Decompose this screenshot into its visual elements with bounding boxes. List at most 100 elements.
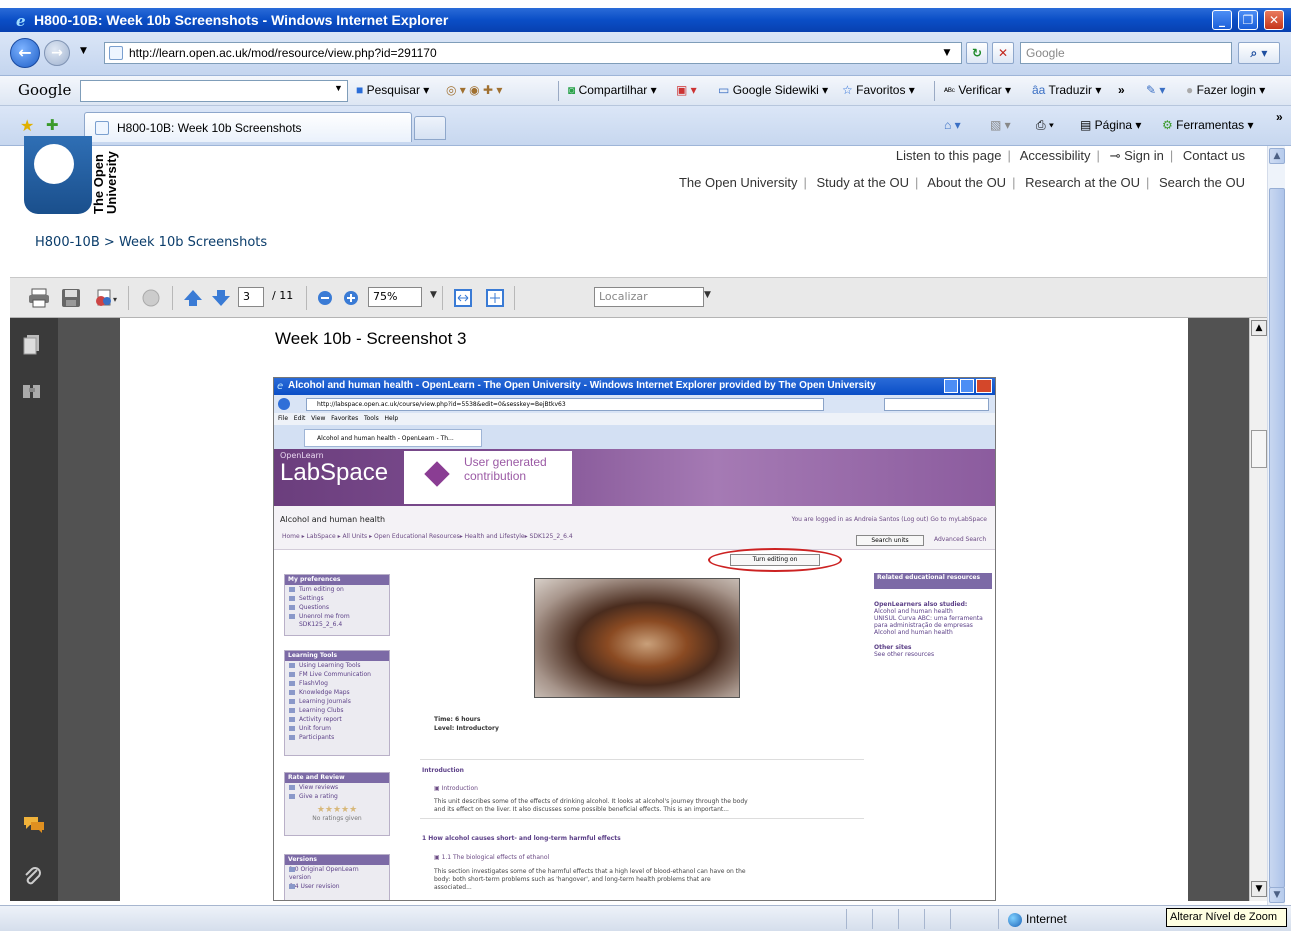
listen-link[interactable]: Listen to this page (896, 148, 1002, 163)
research-link[interactable]: Research at the OU (1025, 175, 1140, 190)
zoom-dropdown-icon[interactable]: ▼ (430, 290, 437, 300)
favorites-star-icon[interactable]: ★ (20, 116, 34, 136)
print-icon[interactable]: ⎙ ▾ (1036, 118, 1054, 133)
refresh-icon[interactable]: ↻ (966, 42, 988, 64)
favoritos-button[interactable]: ☆ Favoritos ▾ (842, 83, 915, 97)
feeds-icon[interactable]: ▧ ▾ (990, 118, 1011, 132)
share-pdf-icon[interactable]: ▾ (92, 288, 118, 308)
ou-link[interactable]: The Open University (679, 175, 798, 190)
about-link[interactable]: About the OU (927, 175, 1006, 190)
accessibility-link[interactable]: Accessibility (1020, 148, 1091, 163)
page-total: / 11 (272, 289, 294, 302)
zoom-out-icon[interactable] (314, 288, 336, 308)
inner-also-title: OpenLearners also studied: (874, 601, 968, 608)
address-dropdown-icon[interactable]: ▼ (938, 43, 956, 65)
zoom-in-icon[interactable] (340, 288, 362, 308)
forward-button[interactable]: → (44, 40, 70, 66)
sign-in-link[interactable]: Sign in (1124, 148, 1164, 163)
traduzir-button[interactable]: âa Traduzir ▾ (1032, 83, 1101, 97)
toolbar-tools-icons[interactable]: ◎ ▾ ◉ ✚ ▾ (446, 83, 502, 97)
save-pdf-icon[interactable] (60, 288, 82, 308)
inner-section1-text: This section investigates some of the ha… (434, 868, 746, 875)
scroll-up-arrow-icon[interactable]: ▲ (1269, 148, 1285, 164)
compartilhar-button[interactable]: ◙ Compartilhar ▾ (568, 83, 657, 97)
zoom-select[interactable]: 75% (368, 287, 422, 307)
close-button[interactable]: ✕ (1264, 10, 1284, 30)
pesquisar-label: Pesquisar (366, 83, 420, 97)
fit-page-icon[interactable] (484, 288, 506, 308)
inner-menu-file: File (278, 415, 289, 422)
comments-panel-icon[interactable] (22, 814, 46, 834)
fit-width-icon[interactable] (452, 288, 474, 308)
ou-logo[interactable]: The Open University (24, 136, 119, 214)
add-favorites-icon[interactable]: ✚ (46, 116, 59, 134)
back-button[interactable]: ← (10, 38, 40, 68)
attachments-panel-icon[interactable] (23, 866, 43, 888)
inner-menu-favorites: Favorites (331, 415, 359, 422)
pdf-scroll-thumb[interactable] (1251, 430, 1267, 468)
inner-related-block: Related educational resources OpenLearne… (874, 573, 992, 658)
inner-rate-item: Give a rating (285, 792, 389, 801)
breadcrumb-course[interactable]: H800-10B (35, 235, 100, 250)
labspace-banner: OpenLearn LabSpace User generated contri… (274, 449, 995, 506)
pdf-scroll-up-icon[interactable]: ▲ (1251, 320, 1267, 336)
minimize-button[interactable]: _ (1212, 10, 1232, 30)
search-icon[interactable]: ⌕ ▾ (1238, 42, 1280, 64)
pages-panel-icon[interactable] (23, 334, 41, 356)
print-pdf-icon[interactable] (28, 288, 50, 308)
zoom-tooltip: Alterar Nível de Zoom (1166, 908, 1287, 927)
scroll-down-arrow-icon[interactable]: ▼ (1269, 887, 1285, 903)
page-scrollbar[interactable]: ▲ ▼ (1267, 146, 1285, 905)
inner-tool-item: FlashVlog (285, 679, 389, 688)
page-number-input[interactable]: 3 (238, 287, 264, 307)
inner-rate-block: Rate and Review View reviews Give a rati… (284, 772, 390, 836)
inner-level: Level: Introductory (434, 725, 499, 732)
security-zone[interactable]: Internet (1008, 912, 1067, 927)
hand-tool-icon[interactable] (140, 288, 162, 308)
sidewiki-button[interactable]: ▭ Google Sidewiki ▾ (718, 83, 828, 97)
pagina-menu[interactable]: ▤ Página ▾ (1080, 118, 1141, 132)
verificar-label: Verificar (958, 83, 1002, 97)
ugc-badge: User generated contribution (404, 451, 572, 504)
pesquisar-button[interactable]: ■ Pesquisar ▾ (356, 83, 429, 97)
address-input[interactable]: http://learn.open.ac.uk/mod/resource/vie… (104, 42, 962, 64)
home-icon[interactable]: ⌂ ▾ (944, 118, 961, 132)
wrench-icon[interactable]: ✎ ▾ (1146, 83, 1165, 97)
pdf-scroll-down-icon[interactable]: ▼ (1251, 881, 1267, 897)
inner-intro-text: and its effect on the liver. It also dis… (434, 806, 729, 813)
tab-active[interactable]: H800-10B: Week 10b Screenshots (84, 112, 412, 142)
verificar-button[interactable]: ᴬᴮᶜ Verificar ▾ (944, 83, 1011, 97)
inner-section1-link: ▣ 1.1 The biological effects of ethanol (434, 854, 550, 861)
stop-icon[interactable]: ✕ (992, 42, 1014, 64)
inner-versions-block: Versions 1.0 Original OpenLearn version … (284, 854, 390, 900)
bookmarks-panel-icon[interactable] (22, 382, 42, 400)
translate-page-icon[interactable]: ▣ ▾ (676, 83, 697, 97)
contact-link[interactable]: Contact us (1183, 148, 1245, 163)
study-link[interactable]: Study at the OU (817, 175, 910, 190)
inner-minimize-icon (944, 379, 958, 393)
zone-label: Internet (1026, 912, 1067, 926)
top-links: Listen to this page | Accessibility | ⊸ Si… (895, 148, 1245, 163)
main-links: The Open University | Study at the OU | Ab… (678, 175, 1245, 190)
previous-page-icon[interactable] (182, 288, 204, 308)
ferramentas-menu[interactable]: ⚙ Ferramentas ▾ (1162, 118, 1254, 132)
find-dropdown-icon[interactable]: ▼ (704, 290, 711, 300)
next-page-icon[interactable] (210, 288, 232, 308)
more-commands-icon[interactable]: » (1276, 110, 1283, 124)
history-dropdown-icon[interactable]: ▼ (80, 46, 87, 56)
new-tab-button[interactable] (414, 116, 446, 140)
toolbar-separator (306, 286, 307, 310)
fazer-login-button[interactable]: ● Fazer login ▾ (1186, 83, 1265, 97)
search-ou-link[interactable]: Search the OU (1159, 175, 1245, 190)
google-search-dropdown-icon[interactable]: ▼ (334, 83, 343, 93)
more-chevron-icon[interactable]: » (1118, 83, 1125, 97)
maximize-button[interactable]: ❐ (1238, 10, 1258, 30)
google-search-input[interactable] (80, 80, 348, 102)
google-toolbar: Google ▼ ■ Pesquisar ▾ ◎ ▾ ◉ ✚ ▾ ◙ Compa… (0, 76, 1291, 106)
page-scroll-thumb[interactable] (1269, 188, 1285, 888)
pdf-margin-right (1188, 318, 1249, 901)
search-input[interactable]: Google (1020, 42, 1232, 64)
pdf-scrollbar[interactable]: ▲ ▼ (1249, 318, 1267, 901)
inner-tool-item: Knowledge Maps (285, 688, 389, 697)
find-input[interactable]: Localizar (594, 287, 704, 307)
